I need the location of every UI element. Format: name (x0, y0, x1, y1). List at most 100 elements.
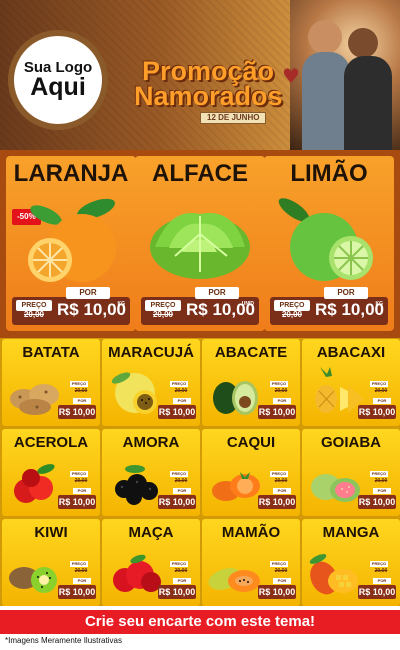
price-tag: PREÇO 20,00 POR R$ 10,00 (358, 471, 396, 509)
preco-label: PREÇO (170, 471, 188, 477)
passionfruit-icon (111, 372, 157, 414)
product-name: ALFACE (152, 160, 248, 187)
new-price: R$ 10,00 (158, 495, 196, 509)
old-price: 20,00 (374, 388, 388, 394)
price-tag: PREÇO 20,00 POR R$ 10,00 (258, 561, 296, 599)
featured-card-laranja[interactable]: LARANJA -50% POR PREÇO 20,00 R$ 10,00 KG (6, 156, 136, 331)
price-tag: PREÇO 20,00 POR R$ 10,00 (358, 381, 396, 419)
preco-label: PREÇO (370, 561, 388, 567)
product-name: MANGA (322, 524, 380, 541)
price-tag: POR PREÇO 20,00 R$ 10,00 KG (12, 287, 130, 325)
old-price: 20,00 (74, 568, 88, 574)
old-price: 20,00 (374, 478, 388, 484)
product-card-acerola[interactable]: ACEROLA PREÇO 20,00 POR R$ 10,00 (2, 429, 100, 516)
old-price: 20,00 (74, 478, 88, 484)
por-label: POR (324, 287, 368, 299)
orange-icon (28, 198, 116, 282)
create-flyer-banner[interactable]: Crie seu encarte com este tema! (0, 610, 400, 634)
old-price: 20,00 (74, 388, 88, 394)
heart-icon: ♥ (282, 64, 300, 88)
preco-label: PREÇO (370, 471, 388, 477)
promotion-title: Promoção ♥ Namorados 12 DE JUNHO (124, 58, 309, 133)
blackberry-icon (115, 465, 158, 505)
acerola-icon (14, 464, 55, 503)
kiwi-icon (9, 567, 57, 593)
por-label: POR (73, 398, 91, 404)
product-name: CAQUI (226, 434, 276, 451)
product-name: MAÇA (128, 524, 174, 541)
product-name: GOIABA (321, 434, 381, 451)
product-name: AMORA (122, 434, 180, 451)
por-label: POR (273, 578, 291, 584)
lettuce-icon (150, 212, 250, 279)
mango-icon (309, 554, 358, 595)
preco-label: PREÇO (170, 381, 188, 387)
por-label: POR (173, 398, 191, 404)
por-label: POR (73, 488, 91, 494)
persimmon-icon (212, 472, 260, 501)
product-card-amora[interactable]: AMORA PREÇO 20,00 POR R$ 10,00 (102, 429, 200, 516)
product-card-batata[interactable]: BATATA PREÇO 20,00 POR R$ 10,00 (2, 339, 100, 426)
old-price: 20,00 (274, 388, 288, 394)
woman-head-icon (348, 28, 378, 58)
price-tag: PREÇO 20,00 POR R$ 10,00 (58, 381, 96, 419)
woman-body-icon (344, 56, 392, 150)
por-label: POR (373, 398, 391, 404)
product-card-abacaxi[interactable]: ABACAXI PREÇO 20,00 POR R$ 10,00 (302, 339, 400, 426)
price-tag: POR PREÇO 20,00 R$ 10,00 UNID (141, 287, 259, 325)
man-head-icon (308, 20, 342, 54)
product-card-caqui[interactable]: CAQUI PREÇO 20,00 POR R$ 10,00 (202, 429, 300, 516)
new-price: R$ 10,00 (315, 300, 384, 319)
preco-label: PREÇO (270, 471, 288, 477)
price-tag: PREÇO 20,00 POR R$ 10,00 (258, 381, 296, 419)
apple-icon (113, 554, 161, 592)
new-price: R$ 10,00 (158, 585, 196, 599)
product-card-mamo[interactable]: MAMÃO PREÇO 20,00 POR R$ 10,00 (202, 519, 300, 606)
pineapple-icon (315, 367, 364, 413)
product-name: LIMÃO (290, 160, 368, 187)
old-price: 20,00 (274, 568, 288, 574)
product-card-maa[interactable]: MAÇA PREÇO 20,00 POR R$ 10,00 (102, 519, 200, 606)
product-card-kiwi[interactable]: KIWI PREÇO 20,00 POR R$ 10,00 (2, 519, 100, 606)
product-name: MAMÃO (221, 524, 281, 541)
new-price: R$ 10,00 (258, 405, 296, 419)
old-price: 20,00 (281, 310, 303, 319)
price-tag: POR PREÇO 20,00 R$ 10,00 KG (270, 287, 388, 325)
product-card-goiaba[interactable]: GOIABA PREÇO 20,00 POR R$ 10,00 (302, 429, 400, 516)
price-tag: PREÇO 20,00 POR R$ 10,00 (158, 381, 196, 419)
featured-card-limao[interactable]: LIMÃO POR PREÇO 20,00 R$ 10,00 KG (264, 156, 394, 331)
product-card-abacate[interactable]: ABACATE PREÇO 20,00 POR R$ 10,00 (202, 339, 300, 426)
por-label: POR (173, 578, 191, 584)
old-price: 20,00 (274, 478, 288, 484)
potato-icon (10, 384, 59, 415)
product-name: ABACATE (214, 344, 288, 361)
illustrative-images-note: *Imagens Meramente Ilustrativas (5, 636, 122, 645)
product-name: KIWI (34, 524, 68, 541)
man-body-icon (302, 52, 350, 150)
new-price: R$ 10,00 (358, 405, 396, 419)
por-label: POR (66, 287, 110, 299)
old-price: 20,00 (174, 478, 188, 484)
product-card-manga[interactable]: MANGA PREÇO 20,00 POR R$ 10,00 (302, 519, 400, 606)
price-tag: PREÇO 20,00 POR R$ 10,00 (158, 561, 196, 599)
por-label: POR (273, 398, 291, 404)
featured-card-alface[interactable]: ALFACE POR PREÇO 20,00 R$ 10,00 UNID (135, 156, 265, 331)
product-card-maracuj[interactable]: MARACUJÁ PREÇO 20,00 POR R$ 10,00 (102, 339, 200, 426)
preco-label: PREÇO (170, 561, 188, 567)
logo-placeholder: Sua Logo Aqui (8, 30, 108, 130)
product-name: ACEROLA (13, 434, 89, 451)
price-tag: PREÇO 20,00 POR R$ 10,00 (358, 561, 396, 599)
avocado-icon (213, 381, 258, 415)
por-label: POR (373, 578, 391, 584)
preco-label: PREÇO (70, 381, 88, 387)
preco-label: PREÇO (70, 471, 88, 477)
por-label: POR (173, 488, 191, 494)
new-price: R$ 10,00 (258, 585, 296, 599)
new-price: R$ 10,00 (58, 495, 96, 509)
preco-label: PREÇO (270, 561, 288, 567)
header-banner: Sua Logo Aqui Promoção ♥ Namorados 12 DE… (0, 0, 400, 150)
old-price: 20,00 (374, 568, 388, 574)
logo-line2: Aqui (30, 73, 86, 102)
old-price: 20,00 (152, 310, 174, 319)
product-name: ABACAXI (316, 344, 386, 361)
